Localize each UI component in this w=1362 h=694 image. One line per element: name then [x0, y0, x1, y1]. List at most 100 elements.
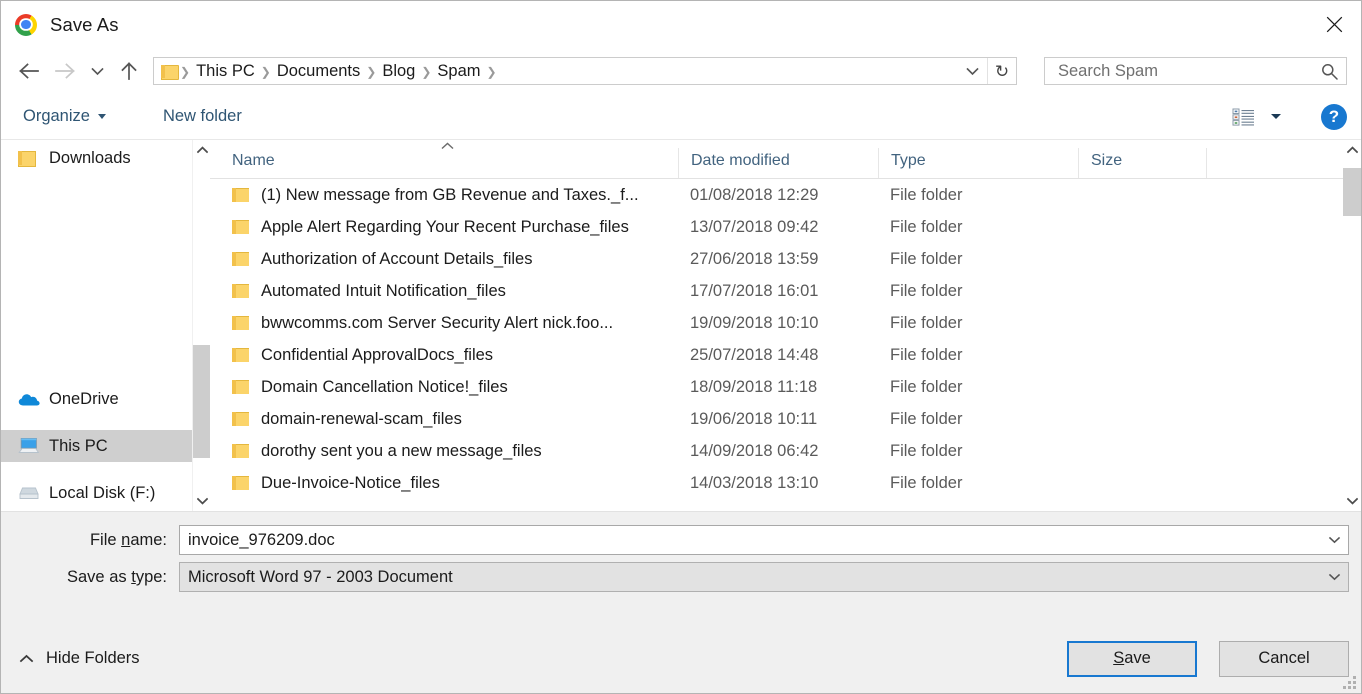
file-name-row: File name: invoice_976209.doc [1, 525, 1361, 555]
file-type-cell: File folder [890, 441, 963, 460]
new-folder-label: New folder [162, 107, 242, 125]
sidebar-scrollbar-thumb[interactable] [193, 345, 210, 458]
file-name-label: Automated Intuit Notification_files [261, 281, 506, 300]
file-list-scrollbar-thumb[interactable] [1343, 168, 1361, 216]
save-button[interactable]: Save [1067, 640, 1197, 677]
file-name-cell: Automated Intuit Notification_files [210, 282, 678, 301]
search-icon [1322, 63, 1338, 80]
breadcrumb-item-this-pc[interactable]: This PC [191, 62, 260, 81]
breadcrumb-item-documents[interactable]: Documents [272, 62, 365, 81]
column-header-name[interactable]: Name [210, 148, 678, 178]
sidebar-item-downloads[interactable]: Downloads [1, 142, 192, 174]
file-name-label-accel: n [121, 530, 131, 549]
file-type-cell: File folder [890, 281, 963, 300]
table-row[interactable]: Domain Cancellation Notice!_files 18/09/… [210, 371, 1343, 403]
search-box[interactable] [1044, 57, 1347, 85]
column-header-type[interactable]: Type [878, 148, 1078, 178]
table-row[interactable]: (1) New message from GB Revenue and Taxe… [210, 179, 1343, 211]
up-arrow-icon[interactable] [111, 53, 147, 89]
sidebar-item-this-pc[interactable]: This PC [1, 430, 192, 462]
file-type-cell: File folder [890, 217, 963, 236]
file-name-label: Authorization of Account Details_files [261, 249, 533, 268]
file-date-cell: 25/07/2018 14:48 [690, 345, 819, 364]
dialog-footer: Hide Folders Save Cancel [1, 624, 1361, 693]
back-arrow-icon[interactable] [11, 53, 47, 89]
table-row[interactable]: Apple Alert Regarding Your Recent Purcha… [210, 211, 1343, 243]
breadcrumb-item-spam[interactable]: Spam [432, 62, 485, 81]
save-label: ave [1124, 649, 1151, 667]
table-row[interactable]: dorothy sent you a new message_files 14/… [210, 435, 1343, 467]
table-row[interactable]: Confidential ApprovalDocs_files 25/07/20… [210, 339, 1343, 371]
sidebar-item-onedrive[interactable]: OneDrive [1, 383, 192, 415]
sidebar-scrollbar[interactable] [192, 140, 210, 511]
scroll-up-icon[interactable] [1343, 140, 1361, 160]
scroll-up-icon[interactable] [193, 140, 210, 160]
file-name-cell: Apple Alert Regarding Your Recent Purcha… [210, 218, 678, 237]
file-name-cell: dorothy sent you a new message_files [210, 442, 678, 461]
file-date-cell: 19/06/2018 10:11 [690, 409, 818, 428]
disk-drive-icon [18, 484, 40, 502]
view-mode-button[interactable] [1232, 107, 1281, 127]
file-name-combo[interactable]: invoice_976209.doc [179, 525, 1349, 555]
refresh-button[interactable]: ↻ [987, 58, 1016, 84]
help-label: ? [1328, 106, 1340, 126]
column-header-date-modified[interactable]: Date modified [678, 148, 878, 178]
breadcrumb-item-blog[interactable]: Blog [377, 62, 420, 81]
file-list-scrollbar[interactable] [1343, 140, 1361, 511]
folder-icon [232, 284, 249, 298]
folder-icon [232, 348, 249, 362]
column-headers: Name Date modified Type Size [210, 140, 1361, 179]
search-input[interactable] [1056, 60, 1321, 82]
title-bar: Save As [1, 1, 1361, 48]
scroll-down-icon[interactable] [193, 491, 210, 511]
this-pc-icon [18, 437, 40, 455]
organize-button[interactable]: Organize [23, 107, 106, 126]
file-type-cell: File folder [890, 185, 963, 204]
close-button[interactable] [1307, 1, 1361, 48]
chevron-down-icon [97, 114, 106, 119]
cancel-button[interactable]: Cancel [1219, 640, 1349, 677]
file-type-cell: File folder [890, 313, 963, 332]
address-dropdown-button[interactable] [958, 58, 987, 84]
new-folder-button[interactable]: New folder [163, 107, 242, 126]
window-title: Save As [50, 13, 119, 35]
sidebar-item-local-disk-f[interactable]: Local Disk (F:) [1, 477, 192, 509]
folder-icon [232, 444, 249, 458]
folder-icon [18, 149, 40, 167]
file-name-input[interactable]: invoice_976209.doc [180, 531, 1320, 550]
table-row[interactable]: Automated Intuit Notification_files 17/0… [210, 275, 1343, 307]
address-bar[interactable]: ❯ This PC ❯ Documents ❯ Blog ❯ Spam ❯ ↻ [153, 57, 1017, 85]
save-as-type-combo[interactable]: Microsoft Word 97 - 2003 Document [179, 562, 1349, 592]
file-name-cell: Authorization of Account Details_files [210, 250, 678, 269]
chrome-logo-icon [15, 13, 37, 36]
file-type-cell: File folder [890, 345, 963, 364]
folder-icon [232, 412, 249, 426]
sidebar-item-label: Downloads [49, 148, 131, 167]
sort-ascending-icon [440, 142, 454, 152]
file-name-cell: domain-renewal-scam_files [210, 410, 678, 429]
breadcrumb-separator-2: ❯ [366, 65, 377, 79]
table-row[interactable]: domain-renewal-scam_files 19/06/2018 10:… [210, 403, 1343, 435]
sidebar-item-label: Local Disk (F:) [49, 483, 156, 502]
table-row[interactable]: bwwcomms.com Server Security Alert nick.… [210, 307, 1343, 339]
organize-label: Organize [23, 107, 90, 125]
chevron-up-icon [19, 654, 34, 663]
chevron-down-icon[interactable] [1320, 526, 1348, 554]
breadcrumb-separator-4: ❯ [486, 65, 497, 79]
table-row[interactable]: Authorization of Account Details_files 2… [210, 243, 1343, 275]
table-row[interactable]: Due-Invoice-Notice_files 14/03/2018 13:1… [210, 467, 1343, 499]
file-name-cell: Due-Invoice-Notice_files [210, 474, 678, 493]
chevron-down-icon[interactable] [1320, 563, 1348, 591]
folder-icon [232, 476, 249, 490]
file-date-cell: 13/07/2018 09:42 [690, 217, 819, 236]
help-button[interactable]: ? [1321, 103, 1347, 130]
file-name-cell: bwwcomms.com Server Security Alert nick.… [210, 314, 678, 333]
hide-folders-button[interactable]: Hide Folders [19, 649, 140, 668]
file-type-cell: File folder [890, 377, 963, 396]
resize-grip-icon[interactable] [1343, 676, 1356, 689]
recent-locations-icon[interactable] [83, 53, 111, 89]
scroll-down-icon[interactable] [1343, 491, 1361, 511]
refresh-icon: ↻ [994, 61, 1010, 81]
sidebar-item-label: OneDrive [49, 389, 119, 408]
column-header-size[interactable]: Size [1078, 148, 1206, 178]
